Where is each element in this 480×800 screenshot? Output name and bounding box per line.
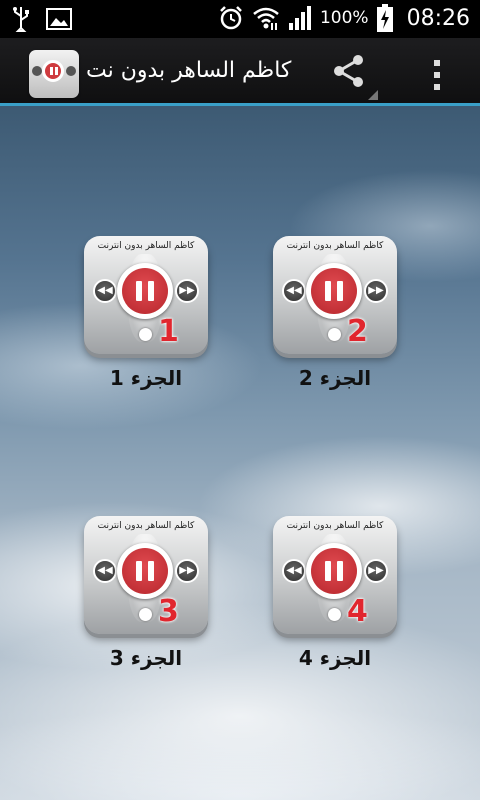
battery-charging-icon bbox=[376, 4, 393, 32]
fast-forward-icon: ▶▶ bbox=[364, 279, 388, 303]
tile-label[interactable]: الجزء 2 bbox=[273, 366, 397, 390]
wifi-icon bbox=[253, 7, 279, 30]
share-icon bbox=[334, 55, 363, 87]
tile-caption: كاظم الساهر بدون انترنت bbox=[286, 241, 384, 251]
part-2-tile[interactable]: كاظم الساهر بدون انترنت ◀◀ ▶▶ 2 الجزء 2 bbox=[273, 236, 397, 390]
tile-caption: كاظم الساهر بدون انترنت bbox=[286, 521, 384, 531]
part-3-button[interactable]: كاظم الساهر بدون انترنت ◀◀ ▶▶ 3 bbox=[84, 516, 208, 634]
rewind-icon: ◀◀ bbox=[282, 559, 306, 583]
menu-dot-icon bbox=[434, 60, 440, 66]
rewind-icon: ◀◀ bbox=[93, 559, 117, 583]
action-bar: كاظم الساهر بدون نت bbox=[0, 38, 480, 106]
tile-label[interactable]: الجزء 3 bbox=[84, 646, 208, 670]
share-dropdown-indicator bbox=[368, 90, 378, 100]
alarm-icon bbox=[220, 6, 242, 30]
fast-forward-icon: ▶▶ bbox=[175, 559, 199, 583]
tile-caption: كاظم الساهر بدون انترنت bbox=[97, 241, 195, 251]
progress-dot bbox=[139, 608, 152, 621]
tile-label[interactable]: الجزء 4 bbox=[273, 646, 397, 670]
part-1-button[interactable]: كاظم الساهر بدون انترنت ◀◀ ▶▶ 1 bbox=[84, 236, 208, 354]
part-4-tile[interactable]: كاظم الساهر بدون انترنت ◀◀ ▶▶ 4 الجزء 4 bbox=[273, 516, 397, 670]
app-icon[interactable] bbox=[29, 50, 79, 98]
mini-pause-icon bbox=[42, 60, 64, 82]
signal-icon bbox=[288, 6, 311, 30]
fast-forward-icon: ▶▶ bbox=[175, 279, 199, 303]
part-1-tile[interactable]: كاظم الساهر بدون انترنت ◀◀ ▶▶ 1 الجزء 1 bbox=[84, 236, 208, 390]
fast-forward-icon: ▶▶ bbox=[364, 559, 388, 583]
progress-dot bbox=[328, 328, 341, 341]
tile-number: 2 bbox=[347, 314, 368, 349]
tile-number: 4 bbox=[347, 594, 368, 629]
overflow-menu-button[interactable] bbox=[430, 56, 444, 96]
part-3-tile[interactable]: كاظم الساهر بدون انترنت ◀◀ ▶▶ 3 الجزء 3 bbox=[84, 516, 208, 670]
part-2-button[interactable]: كاظم الساهر بدون انترنت ◀◀ ▶▶ 2 bbox=[273, 236, 397, 354]
rewind-icon: ◀◀ bbox=[282, 279, 306, 303]
pause-icon bbox=[117, 263, 173, 319]
menu-dot-icon bbox=[434, 84, 440, 90]
battery-percent: 100% bbox=[319, 8, 369, 28]
status-bar: 100% 08:26 bbox=[0, 0, 480, 38]
menu-dot-icon bbox=[434, 72, 440, 78]
image-icon bbox=[46, 8, 72, 30]
clock: 08:26 bbox=[406, 5, 470, 31]
pause-icon bbox=[306, 543, 362, 599]
tile-label[interactable]: الجزء 1 bbox=[84, 366, 208, 390]
background-sky bbox=[0, 106, 480, 800]
tile-number: 3 bbox=[158, 594, 179, 629]
tile-caption: كاظم الساهر بدون انترنت bbox=[97, 521, 195, 531]
mini-prev-icon bbox=[32, 66, 42, 76]
tile-number: 1 bbox=[158, 314, 179, 349]
part-4-button[interactable]: كاظم الساهر بدون انترنت ◀◀ ▶▶ 4 bbox=[273, 516, 397, 634]
progress-dot bbox=[328, 608, 341, 621]
app-title: كاظم الساهر بدون نت bbox=[86, 58, 292, 83]
mini-next-icon bbox=[66, 66, 76, 76]
progress-dot bbox=[139, 328, 152, 341]
rewind-icon: ◀◀ bbox=[93, 279, 117, 303]
usb-icon bbox=[13, 7, 29, 32]
pause-icon bbox=[306, 263, 362, 319]
pause-icon bbox=[117, 543, 173, 599]
share-button[interactable] bbox=[332, 54, 378, 100]
